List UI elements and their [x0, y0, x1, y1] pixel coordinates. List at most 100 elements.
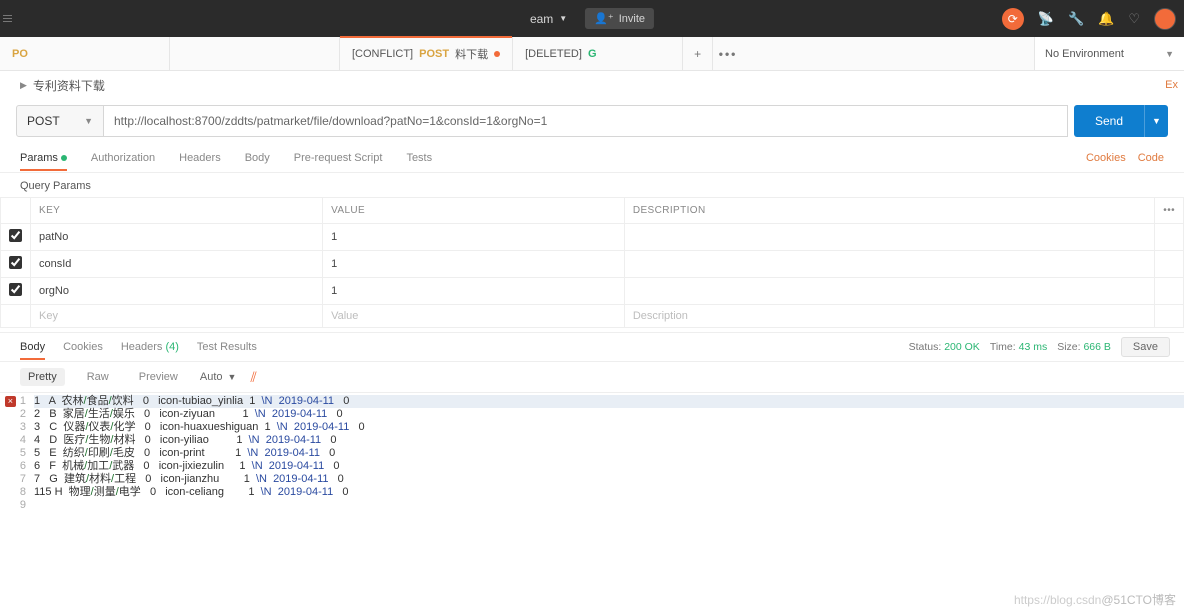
param-row: orgNo1 — [1, 278, 1184, 305]
sync-button[interactable]: ⟳ — [1002, 8, 1024, 30]
team-name: eam — [530, 12, 553, 26]
param-checkbox[interactable] — [9, 256, 22, 269]
top-bar: eam ▼ 👤⁺ Invite ⟳ 📡 🔧 🔔 ♡ — [0, 0, 1184, 37]
http-method-value: POST — [27, 114, 60, 128]
size-label: Size: — [1057, 341, 1080, 353]
tab-params[interactable]: Params — [20, 146, 67, 170]
col-checkbox — [1, 198, 31, 224]
body-line[interactable]: 7 G 建筑/材料/工程 0 icon-jianzhu 1 \N 2019-04… — [34, 473, 1184, 486]
satellite-icon[interactable]: 📡 — [1038, 11, 1054, 27]
unsaved-dot-icon — [494, 51, 500, 57]
url-bar: POST ▼ Send ▼ — [0, 99, 1184, 143]
time-label: Time: — [990, 341, 1016, 353]
param-description[interactable] — [624, 251, 1154, 278]
examples-link[interactable]: Ex — [1165, 79, 1178, 91]
col-key: KEY — [31, 198, 323, 224]
deleted-prefix: [DELETED] — [525, 48, 582, 60]
resp-tab-headers[interactable]: Headers (4) — [121, 335, 179, 359]
tab-headers[interactable]: Headers — [179, 146, 221, 170]
team-selector[interactable]: eam ▼ — [530, 12, 567, 26]
param-value[interactable]: 1 — [323, 278, 625, 305]
col-options[interactable]: ••• — [1155, 198, 1184, 224]
invite-button[interactable]: 👤⁺ Invite — [585, 8, 654, 29]
tab-0[interactable]: PO — [0, 37, 170, 70]
col-description: DESCRIPTION — [624, 198, 1154, 224]
tab-prerequest-script[interactable]: Pre-request Script — [294, 146, 383, 170]
send-options-button[interactable]: ▼ — [1144, 105, 1168, 137]
params-table: KEY VALUE DESCRIPTION ••• patNo1consId1o… — [0, 197, 1184, 328]
environment-selector[interactable]: No Environment ▼ — [1034, 37, 1184, 70]
http-method-selector[interactable]: POST ▼ — [16, 105, 104, 137]
param-key[interactable]: consId — [31, 251, 323, 278]
body-line[interactable]: 2 B 家居/生活/娱乐 0 icon-ziyuan 1 \N 2019-04-… — [34, 408, 1184, 421]
tab-tests[interactable]: Tests — [406, 146, 432, 170]
conflict-prefix: [CONFLICT] — [352, 48, 413, 60]
method-badge: G — [588, 48, 597, 60]
size-value: 666 B — [1083, 341, 1110, 353]
resp-tab-cookies[interactable]: Cookies — [63, 335, 103, 359]
avatar[interactable] — [1154, 8, 1176, 30]
format-selector[interactable]: Auto ▼ — [200, 371, 237, 383]
save-response-button[interactable]: Save — [1121, 337, 1170, 357]
cookies-link[interactable]: Cookies — [1086, 152, 1126, 164]
param-key[interactable]: orgNo — [31, 278, 323, 305]
col-value: VALUE — [323, 198, 625, 224]
response-body: ×123456789 1 A 农林/食品/饮料 0 icon-tubiao_yi… — [0, 393, 1184, 512]
bell-icon[interactable]: 🔔 — [1098, 11, 1114, 27]
error-marker-icon: × — [5, 396, 16, 407]
tab-bar: PO [CONFLICT] POST 料下载 [DELETED] G + •••… — [0, 37, 1184, 71]
body-line[interactable]: 1 A 农林/食品/饮料 0 icon-tubiao_yinlia 1 \N 2… — [34, 395, 1184, 408]
environment-label: No Environment — [1045, 48, 1124, 60]
send-button[interactable]: Send — [1074, 105, 1144, 137]
body-line[interactable]: 4 D 医疗/生物/材料 0 icon-yiliao 1 \N 2019-04-… — [34, 434, 1184, 447]
param-key-placeholder[interactable]: Key — [31, 305, 323, 328]
param-checkbox[interactable] — [9, 229, 22, 242]
view-pretty[interactable]: Pretty — [20, 368, 65, 386]
status-value: 200 OK — [944, 341, 980, 353]
watermark: https://blog.csdn@51CTO博客 — [1014, 591, 1176, 608]
tab-3[interactable]: [DELETED] G — [513, 37, 683, 70]
resp-tab-tests[interactable]: Test Results — [197, 335, 257, 359]
code-link[interactable]: Code — [1138, 152, 1164, 164]
tab-options-button[interactable]: ••• — [713, 37, 743, 70]
response-tabs: Body Cookies Headers (4) Test Results St… — [0, 332, 1184, 362]
param-key[interactable]: patNo — [31, 224, 323, 251]
param-value-placeholder[interactable]: Value — [323, 305, 625, 328]
param-value[interactable]: 1 — [323, 251, 625, 278]
caret-down-icon: ▼ — [1165, 49, 1174, 59]
request-tabs: Params Authorization Headers Body Pre-re… — [0, 143, 1184, 173]
view-preview[interactable]: Preview — [131, 368, 186, 386]
param-row: consId1 — [1, 251, 1184, 278]
body-line[interactable]: 5 E 纺织/印刷/毛皮 0 icon-print 1 \N 2019-04-1… — [34, 447, 1184, 460]
param-value[interactable]: 1 — [323, 224, 625, 251]
breadcrumb: ▶ 专利资料下载 Ex — [0, 71, 1184, 99]
body-line[interactable]: 115 H 物理/测量/电学 0 icon-celiang 1 \N 2019-… — [34, 486, 1184, 499]
wrench-icon[interactable]: 🔧 — [1068, 11, 1084, 27]
new-tab-button[interactable]: + — [683, 37, 713, 70]
tab-1[interactable] — [170, 37, 340, 70]
plus-icon: + — [694, 47, 701, 61]
param-desc-placeholder[interactable]: Description — [624, 305, 1154, 328]
body-line[interactable]: 6 F 机械/加工/武器 0 icon-jixiezulin 1 \N 2019… — [34, 460, 1184, 473]
view-raw[interactable]: Raw — [79, 368, 117, 386]
url-input[interactable] — [104, 105, 1068, 137]
caret-down-icon: ▼ — [84, 116, 93, 126]
request-name: 专利资料下载 — [33, 77, 105, 94]
menu-icon[interactable] — [0, 0, 15, 37]
param-checkbox[interactable] — [9, 283, 22, 296]
wrap-lines-icon[interactable]: ⫽ — [250, 369, 256, 386]
triangle-right-icon[interactable]: ▶ — [20, 80, 27, 91]
body-line[interactable]: 3 C 仪器/仪表/化学 0 icon-huaxueshiguan 1 \N 2… — [34, 421, 1184, 434]
param-description[interactable] — [624, 278, 1154, 305]
method-badge: PO — [12, 48, 28, 60]
tab-2-active[interactable]: [CONFLICT] POST 料下载 — [340, 37, 513, 70]
invite-label: Invite — [619, 13, 645, 25]
tab-authorization[interactable]: Authorization — [91, 146, 155, 170]
body-line[interactable] — [34, 499, 1184, 512]
param-row-new: KeyValueDescription — [1, 305, 1184, 328]
param-description[interactable] — [624, 224, 1154, 251]
resp-tab-body[interactable]: Body — [20, 335, 45, 359]
tab-body[interactable]: Body — [245, 146, 270, 170]
heart-icon[interactable]: ♡ — [1128, 11, 1140, 27]
query-params-label: Query Params — [0, 173, 1184, 197]
